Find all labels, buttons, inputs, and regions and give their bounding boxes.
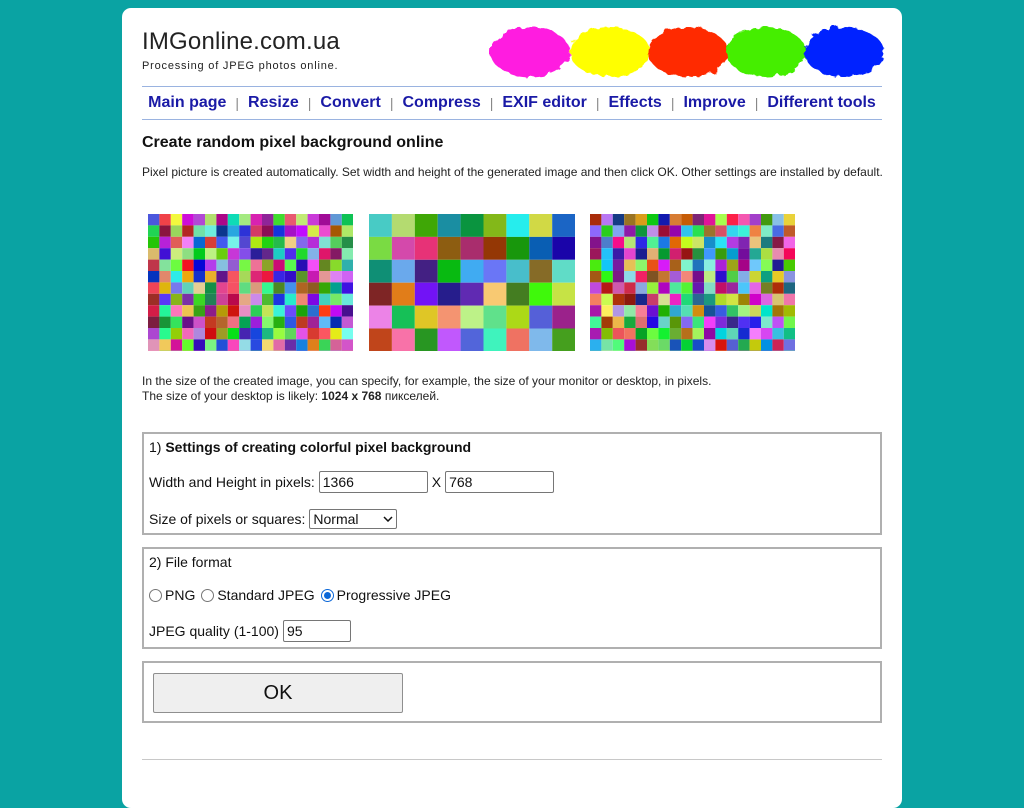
nav-separator: | [235,95,239,111]
nav-link-different-tools[interactable]: Different tools [767,94,875,112]
nav-link-improve[interactable]: Improve [683,94,745,112]
format-options: PNG Standard JPEG Progressive JPEG [149,587,457,603]
pixel-size-row: Size of pixels or squares: Normal [149,509,397,529]
radio-button[interactable] [149,589,162,602]
desktop-size-info: In the size of the created image, you ca… [142,374,711,404]
nav-separator: | [308,95,312,111]
color-blob [490,27,570,77]
x-separator: X [432,474,441,490]
footer-divider [142,759,882,760]
nav-link-exif-editor[interactable]: EXIF editor [502,94,586,112]
desktop-size-line1: In the size of the created image, you ca… [142,374,711,389]
chevron-down-icon [383,516,393,522]
nav-separator: | [490,95,494,111]
page-container: IMGonline.com.ua Processing of JPEG phot… [122,8,902,808]
site-subtitle: Processing of JPEG photos online. [142,60,340,72]
color-blob [804,27,884,77]
nav-separator: | [390,95,394,111]
sample-image-large-pixels [369,214,575,351]
pixel-size-label: Size of pixels or squares: [149,511,305,527]
main-navigation: Main page | Resize | Convert | Compress | EXIF e… [142,86,882,120]
width-height-label: Width and Height in pixels: [149,474,315,490]
size-row: Width and Height in pixels: 1366 X 768 [149,471,554,493]
nav-link-resize[interactable]: Resize [248,94,299,112]
nav-separator: | [596,95,600,111]
format-option-standard-jpeg[interactable]: Standard JPEG [201,587,314,603]
nav-separator: | [755,95,759,111]
sample-image-small-pixels-2 [590,214,795,351]
site-title[interactable]: IMGonline.com.ua [142,30,340,54]
settings-title: 1) Settings of creating colorful pixel b… [149,439,471,455]
color-blobs-logo [488,20,888,84]
pixel-size-value: Normal [313,511,358,527]
jpeg-quality-input[interactable]: 95 [283,620,351,642]
format-option-label: PNG [165,587,195,603]
jpeg-quality-label: JPEG quality (1-100) [149,623,279,639]
nav-link-compress[interactable]: Compress [402,94,480,112]
ok-button[interactable]: OK [153,673,403,713]
format-option-progressive-jpeg[interactable]: Progressive JPEG [321,587,451,603]
width-input[interactable]: 1366 [319,471,428,493]
page-title: Create random pixel background online [142,134,443,152]
color-blob [648,27,728,77]
height-input[interactable]: 768 [445,471,554,493]
nav-link-main-page[interactable]: Main page [148,94,226,112]
file-format-panel: 2) File format PNG Standard JPEG Progressi… [142,547,882,649]
nav-separator: | [671,95,675,111]
format-option-label: Progressive JPEG [337,587,451,603]
format-option-png[interactable]: PNG [149,587,195,603]
sample-image-small-pixels [148,214,353,351]
radio-button[interactable] [201,589,214,602]
settings-panel: 1) Settings of creating colorful pixel b… [142,432,882,535]
submit-panel: OK [142,661,882,723]
radio-button[interactable] [321,589,334,602]
color-blob [570,27,650,77]
format-option-label: Standard JPEG [217,587,314,603]
nav-link-effects[interactable]: Effects [608,94,661,112]
intro-text: Pixel picture is created automatically. … [142,165,887,180]
quality-row: JPEG quality (1-100) 95 [149,620,351,642]
color-blob [726,27,806,77]
file-format-title: 2) File format [149,554,231,570]
desktop-size-line2: The size of your desktop is likely: 1024… [142,389,711,404]
desktop-size-value: 1024 x 768 [321,389,381,403]
nav-link-convert[interactable]: Convert [320,94,380,112]
site-header: IMGonline.com.ua Processing of JPEG phot… [142,30,340,72]
pixel-size-select[interactable]: Normal [309,509,397,529]
